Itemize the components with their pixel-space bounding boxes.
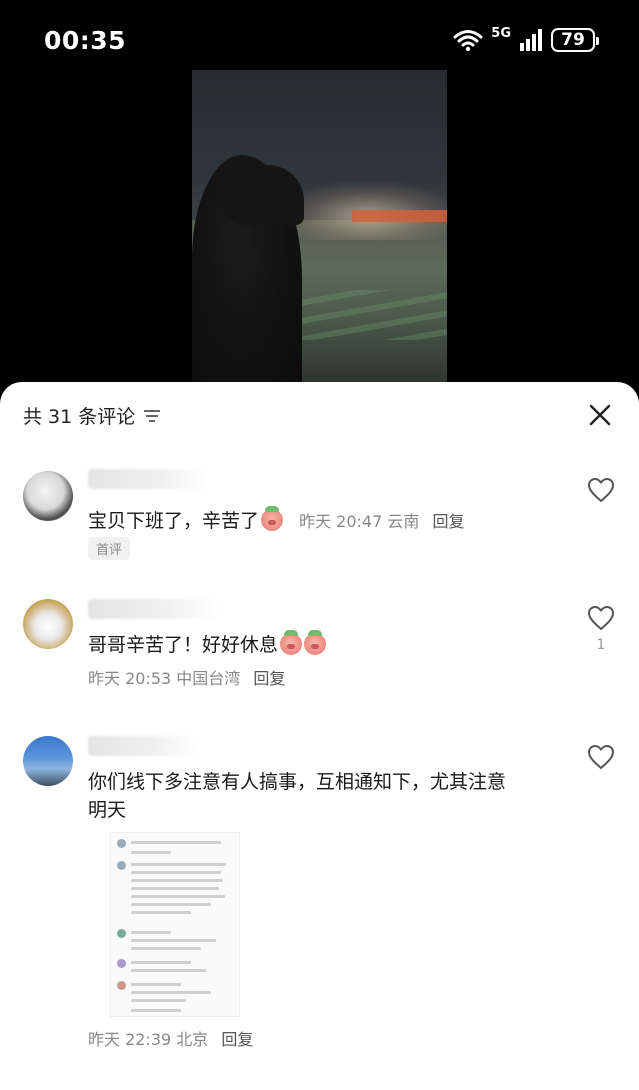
thumb-line bbox=[131, 947, 201, 950]
comment-location: 北京 bbox=[176, 1030, 209, 1049]
thumb-avatar bbox=[117, 839, 126, 848]
thumb-line bbox=[131, 911, 191, 914]
thumb-line bbox=[131, 991, 211, 994]
filter-icon[interactable] bbox=[143, 409, 161, 423]
like-button[interactable]: 1 bbox=[587, 605, 615, 653]
comment-sheet-header: 共 31 条评论 bbox=[0, 382, 639, 448]
thumb-line bbox=[131, 1009, 181, 1012]
username-blurred[interactable] bbox=[88, 736, 198, 756]
video-scene-barrier bbox=[352, 210, 447, 222]
thumb-line bbox=[131, 863, 226, 866]
video-scene-cap bbox=[222, 165, 304, 225]
username-blurred[interactable] bbox=[88, 599, 218, 619]
thumb-line bbox=[131, 851, 171, 854]
comment-meta: 昨天 22:39 北京 回复 bbox=[88, 1026, 568, 1054]
thumb-line bbox=[131, 939, 216, 942]
video-player[interactable] bbox=[0, 70, 639, 390]
thumb-avatar bbox=[117, 981, 126, 990]
comment-text: 你们线下多注意有人搞事，互相通知下，尤其注意 明天 bbox=[88, 768, 568, 824]
comment-location: 云南 bbox=[387, 512, 420, 531]
thumb-line bbox=[131, 969, 206, 972]
network-type: 5G bbox=[491, 26, 511, 41]
close-icon[interactable] bbox=[587, 402, 613, 428]
comment-meta: 昨天 20:53 中国台湾 回复 bbox=[88, 665, 568, 693]
comment-sheet: 共 31 条评论 宝贝下班了，辛苦了 昨天 20:47 云南 回复 首评 哥哥辛… bbox=[0, 382, 639, 1090]
thumb-line bbox=[131, 983, 181, 986]
avatar[interactable] bbox=[23, 471, 73, 521]
comment-body-line-1: 你们线下多注意有人搞事，互相通知下，尤其注意 bbox=[88, 771, 507, 793]
username-blurred[interactable] bbox=[88, 469, 208, 489]
thumb-line bbox=[131, 999, 186, 1002]
comment-location: 中国台湾 bbox=[176, 669, 241, 688]
reply-button[interactable]: 回复 bbox=[221, 1030, 253, 1049]
comment-body: 宝贝下班了，辛苦了 bbox=[88, 510, 260, 532]
signal-icon bbox=[519, 29, 543, 51]
comment-image-thumbnail[interactable] bbox=[110, 832, 240, 1017]
battery-indicator: 79 bbox=[551, 28, 599, 52]
avatar[interactable] bbox=[23, 736, 73, 786]
like-button[interactable] bbox=[587, 744, 615, 770]
like-count: 1 bbox=[596, 637, 606, 653]
reply-button[interactable]: 回复 bbox=[253, 669, 285, 688]
comment-body-line-2: 明天 bbox=[88, 799, 127, 821]
video-frame[interactable] bbox=[192, 70, 447, 382]
status-bar: 00:35 5G 79 bbox=[0, 0, 639, 70]
thumb-line bbox=[131, 895, 225, 898]
comment-body: 哥哥辛苦了！好好休息 bbox=[88, 634, 279, 656]
thumb-avatar bbox=[117, 929, 126, 938]
comment-count: 共 31 条评论 bbox=[23, 402, 161, 429]
pig-emoji-icon bbox=[261, 506, 284, 531]
avatar[interactable] bbox=[23, 599, 73, 649]
thumb-line bbox=[131, 879, 223, 882]
thumb-line bbox=[131, 887, 219, 890]
comment-count-label: 共 31 条评论 bbox=[23, 406, 136, 428]
thumb-line bbox=[131, 903, 211, 906]
status-time: 00:35 bbox=[44, 26, 127, 55]
reply-button[interactable]: 回复 bbox=[432, 512, 464, 531]
heart-icon[interactable] bbox=[587, 605, 615, 631]
wifi-icon bbox=[453, 28, 483, 52]
close-button[interactable] bbox=[587, 402, 613, 428]
status-icons: 5G 79 bbox=[453, 26, 599, 52]
thumb-line bbox=[131, 961, 191, 964]
comment-time: 昨天 22:39 bbox=[88, 1030, 172, 1049]
thumb-line bbox=[131, 931, 171, 934]
thumb-line bbox=[131, 871, 221, 874]
heart-icon[interactable] bbox=[587, 744, 615, 770]
thumb-avatar bbox=[117, 861, 126, 870]
comment-time: 昨天 20:47 bbox=[299, 512, 383, 531]
comment-text: 哥哥辛苦了！好好休息 bbox=[88, 630, 568, 659]
comment-text: 宝贝下班了，辛苦了 昨天 20:47 云南 回复 bbox=[88, 506, 568, 536]
thumb-avatar bbox=[117, 959, 126, 968]
comment-item: 宝贝下班了，辛苦了 昨天 20:47 云南 回复 首评 bbox=[0, 467, 639, 577]
comment-time: 昨天 20:53 bbox=[88, 669, 172, 688]
battery-level: 79 bbox=[561, 30, 585, 50]
comment-item: 哥哥辛苦了！好好休息 昨天 20:53 中国台湾 回复 1 bbox=[0, 597, 639, 707]
pig-emoji-icon bbox=[304, 630, 327, 655]
thumb-line bbox=[131, 841, 221, 844]
comment-item: 你们线下多注意有人搞事，互相通知下，尤其注意 明天 昨天 22:39 北京 回复 bbox=[0, 734, 639, 1074]
first-comment-badge: 首评 bbox=[88, 537, 131, 560]
heart-icon[interactable] bbox=[587, 477, 615, 503]
like-button[interactable] bbox=[587, 477, 615, 503]
pig-emoji-icon bbox=[280, 630, 303, 655]
